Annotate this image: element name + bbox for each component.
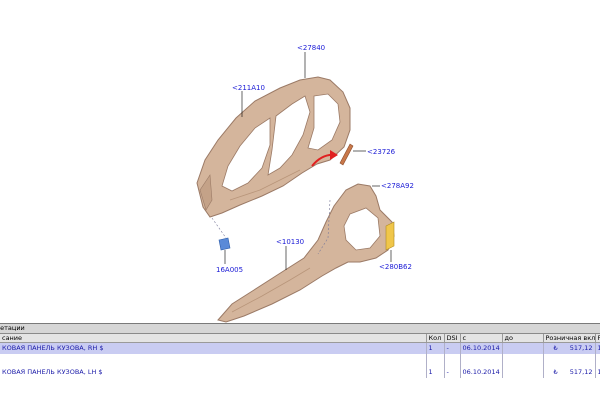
row-extra: 1 [595, 367, 600, 378]
row-date-to [502, 367, 544, 378]
row-extra: 1 [595, 342, 600, 354]
row-retail-price: ₺ 517,12 [543, 342, 596, 354]
row-description: КОВАЯ ПАНЕЛЬ КУЗОВА, LH $ [0, 367, 427, 378]
currency-sign: ₺ [553, 368, 558, 376]
parts-diagram: <27840 <211A10 <23726 <278A92 <10130 16A… [0, 0, 600, 323]
price-value: 517,12 [569, 344, 593, 352]
table-header-row: сание Кол DSI с до Розничная вкл F [0, 334, 600, 343]
row-date-to [502, 342, 544, 354]
row-quantity: 1 [426, 367, 445, 378]
row-date-from: 06.10.2014 [460, 342, 503, 354]
body-side-outer-panel[interactable] [196, 76, 351, 218]
row-dsi: - [444, 367, 461, 378]
column-header-description[interactable]: сание [0, 334, 427, 343]
column-header-extra[interactable]: F [595, 334, 600, 343]
column-header-retail-price[interactable]: Розничная вкл [543, 334, 596, 343]
part-16A005[interactable] [218, 237, 231, 251]
callout-27840[interactable]: <27840 [297, 44, 325, 52]
row-dsi: - [444, 342, 461, 354]
rear-quarter-panel[interactable] [217, 183, 395, 323]
parts-table: сание Кол DSI с до Розничная вкл F КОВАЯ… [0, 334, 600, 378]
callout-23726[interactable]: <23726 [367, 148, 395, 156]
column-header-quantity[interactable]: Кол [426, 334, 445, 343]
price-value: 517,12 [569, 368, 593, 376]
callout-280B62[interactable]: <280B62 [379, 263, 412, 271]
row-date-from: 06.10.2014 [460, 367, 503, 378]
panel-title: ретации [0, 324, 25, 332]
currency-sign: ₺ [553, 344, 558, 352]
row-quantity: 1 [426, 342, 445, 354]
table-row[interactable]: КОВАЯ ПАНЕЛЬ КУЗОВА, LH $ 1 - 06.10.2014… [0, 367, 600, 378]
row-description: КОВАЯ ПАНЕЛЬ КУЗОВА, RH $ [0, 342, 427, 354]
callout-211A10[interactable]: <211A10 [232, 84, 265, 92]
callout-16A005[interactable]: 16A005 [216, 266, 243, 274]
parts-list-panel: ретации сание Кол DSI с до Розничная вкл… [0, 323, 600, 401]
row-retail-price: ₺ 517,12 [543, 367, 596, 378]
column-header-from[interactable]: с [460, 334, 503, 343]
table-row[interactable]: КОВАЯ ПАНЕЛЬ КУЗОВА, RH $ 1 - 06.10.2014… [0, 342, 600, 354]
column-header-dsi[interactable]: DSI [444, 334, 461, 343]
panel-title-bar: ретации [0, 324, 600, 334]
row-spacer [0, 354, 600, 367]
column-header-to[interactable]: до [502, 334, 544, 343]
callout-10130[interactable]: <10130 [276, 238, 304, 246]
callout-278A92[interactable]: <278A92 [381, 182, 414, 190]
